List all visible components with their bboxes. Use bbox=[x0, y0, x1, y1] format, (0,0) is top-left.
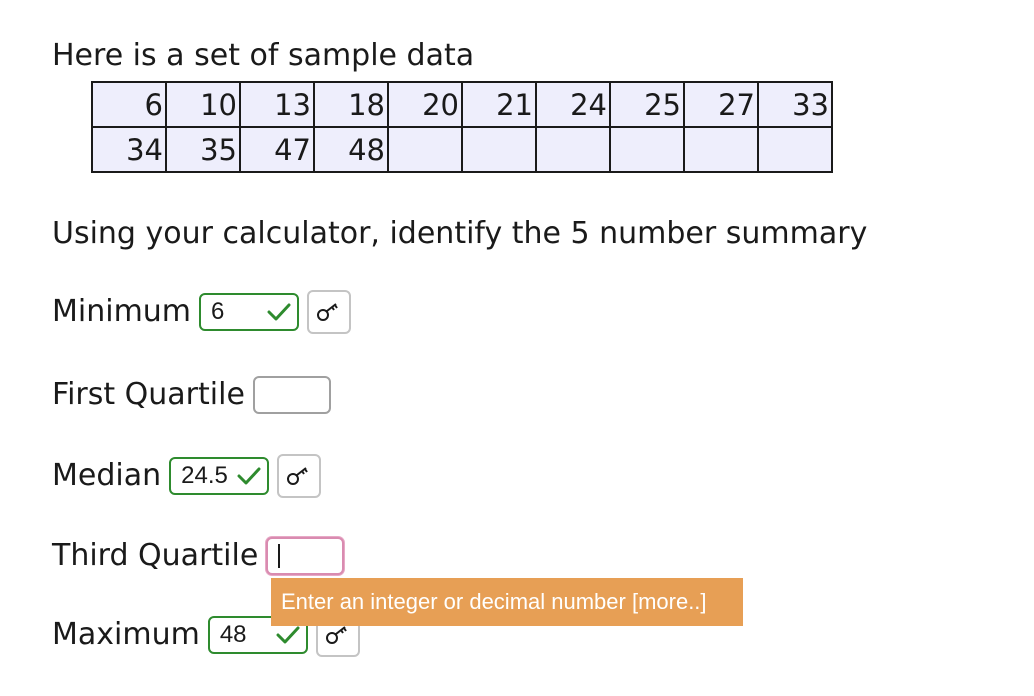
median-value: 24.5 bbox=[181, 462, 228, 489]
table-cell: 27 bbox=[683, 81, 759, 128]
input-hint-tooltip[interactable]: Enter an integer or decimal number [more… bbox=[271, 578, 743, 626]
question-text: Using your calculator, identify the 5 nu… bbox=[52, 216, 868, 251]
third-quartile-label: Third Quartile bbox=[52, 538, 259, 573]
table-cell: 10 bbox=[165, 81, 241, 128]
table-cell: 25 bbox=[609, 81, 685, 128]
table-row: 6 10 13 18 20 21 24 25 27 33 bbox=[91, 81, 833, 128]
table-cell: 18 bbox=[313, 81, 389, 128]
key-icon bbox=[325, 626, 347, 644]
table-cell bbox=[461, 126, 537, 173]
table-cell: 24 bbox=[535, 81, 611, 128]
key-icon bbox=[287, 467, 308, 485]
table-cell: 20 bbox=[387, 81, 463, 128]
table-cell: 35 bbox=[165, 126, 241, 173]
first-quartile-label: First Quartile bbox=[52, 377, 245, 412]
show-answer-key-button[interactable] bbox=[307, 290, 352, 334]
table-cell: 48 bbox=[313, 126, 389, 173]
sample-data-table: 6 10 13 18 20 21 24 25 27 33 34 35 47 48 bbox=[91, 81, 833, 173]
table-cell bbox=[757, 126, 833, 173]
check-icon bbox=[276, 626, 300, 644]
intro-text: Here is a set of sample data bbox=[52, 38, 475, 73]
table-cell: 33 bbox=[757, 81, 833, 128]
minimum-row: Minimum 6 bbox=[52, 290, 352, 334]
minimum-input[interactable]: 6 bbox=[199, 293, 300, 331]
table-cell: 13 bbox=[239, 81, 315, 128]
maximum-label: Maximum bbox=[52, 617, 200, 652]
table-cell bbox=[683, 126, 759, 173]
table-cell: 34 bbox=[91, 126, 167, 173]
third-quartile-input[interactable] bbox=[266, 537, 345, 575]
first-quartile-input[interactable] bbox=[252, 376, 331, 414]
key-icon bbox=[317, 303, 338, 321]
table-cell: 21 bbox=[461, 81, 537, 128]
first-quartile-row: First Quartile bbox=[52, 376, 331, 414]
table-cell: 6 bbox=[91, 81, 167, 128]
table-row: 34 35 47 48 bbox=[91, 126, 833, 173]
maximum-value: 48 bbox=[219, 621, 247, 648]
check-icon bbox=[237, 467, 261, 485]
check-icon bbox=[267, 303, 291, 321]
table-cell bbox=[535, 126, 611, 173]
table-cell: 47 bbox=[239, 126, 315, 173]
minimum-value: 6 bbox=[211, 298, 225, 325]
table-cell bbox=[609, 126, 685, 173]
table-cell bbox=[387, 126, 463, 173]
text-cursor bbox=[278, 544, 281, 568]
third-quartile-row: Third Quartile bbox=[52, 537, 345, 575]
median-row: Median 24.5 bbox=[52, 454, 322, 498]
median-label: Median bbox=[52, 458, 162, 493]
show-answer-key-button[interactable] bbox=[277, 454, 322, 498]
median-input[interactable]: 24.5 bbox=[169, 457, 270, 495]
minimum-label: Minimum bbox=[52, 294, 192, 329]
